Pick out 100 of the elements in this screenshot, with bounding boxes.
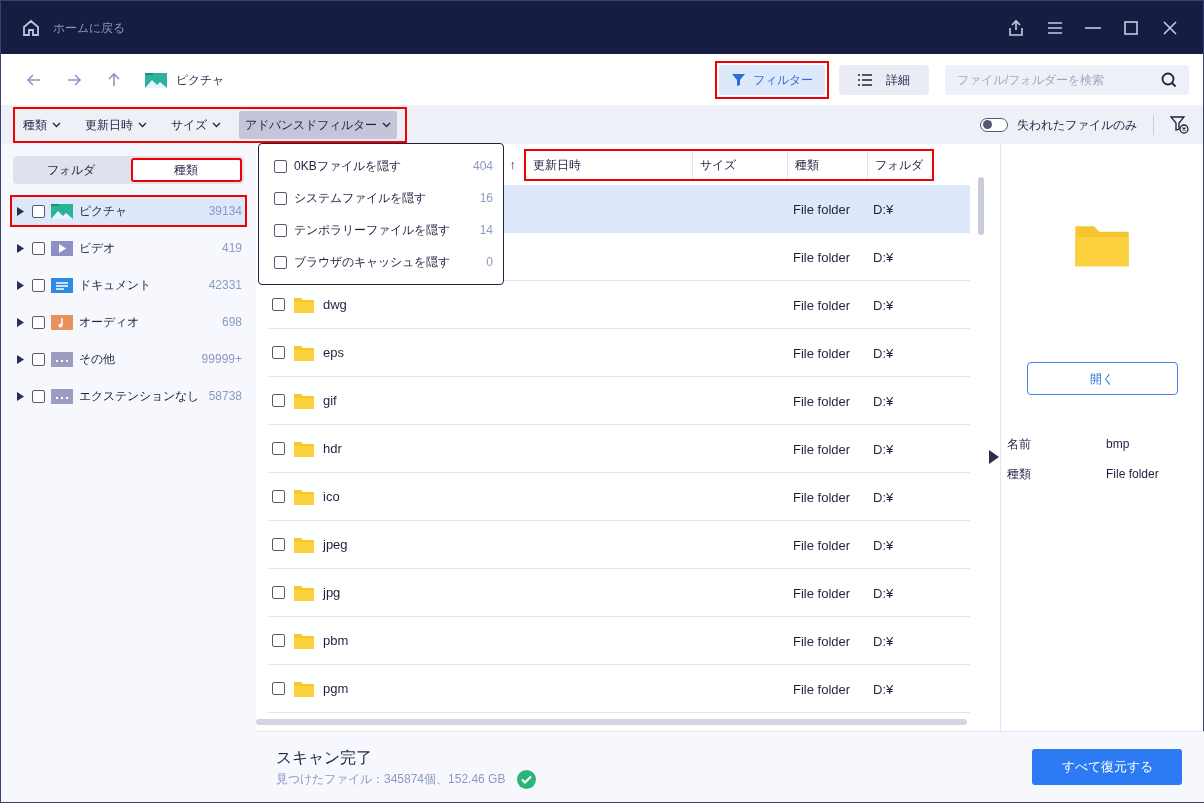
table-row[interactable]: pbm File folder D:¥ [268,617,970,665]
column-header[interactable]: サイズ [693,150,788,179]
close-icon [1161,18,1179,37]
category-item[interactable]: ピクチャ 39134 [11,196,246,226]
checkbox[interactable] [272,346,285,359]
vertical-scrollbar[interactable] [978,177,984,235]
category-item[interactable]: ビデオ 419 [11,233,246,263]
file-type: File folder [793,585,851,601]
checkbox[interactable] [32,389,45,403]
checkbox[interactable] [32,278,45,292]
file-type: File folder [793,393,851,409]
checkbox[interactable] [272,442,285,455]
table-row[interactable]: jpeg File folder D:¥ [268,521,970,569]
horizontal-scrollbar[interactable] [256,719,967,725]
checkbox[interactable] [274,223,287,237]
maximize-button[interactable] [1122,18,1140,37]
checkbox[interactable] [32,315,45,329]
table-row[interactable]: hdr File folder D:¥ [268,425,970,473]
sidebar-tab[interactable]: 種類 [130,158,242,182]
checkbox[interactable] [274,159,287,173]
folder-icon [293,391,315,410]
checkbox[interactable] [274,191,287,205]
checkbox[interactable] [272,538,285,551]
open-button[interactable]: 開く [1026,362,1178,395]
file-name: dwg [323,295,347,314]
filter-button[interactable]: フィルター [719,64,825,95]
share-button[interactable] [1007,18,1025,37]
menu-item[interactable]: 0KBファイルを隠す 404 [259,150,503,182]
file-name: jpg [323,583,341,602]
category-item[interactable]: エクステンションなし 58738 [11,381,246,411]
funnel-icon [731,73,745,86]
property-value: File folder [1106,466,1159,483]
folder-icon [293,631,315,650]
filter-dropdown[interactable]: 種類 [17,110,67,139]
table-row[interactable]: eps File folder D:¥ [268,329,970,377]
category-item[interactable]: その他 99999+ [11,344,246,374]
table-row[interactable]: gif File folder D:¥ [268,377,970,425]
file-name: pbm [323,631,349,650]
property-value: bmp [1106,436,1130,453]
checkbox[interactable] [32,352,45,366]
column-header[interactable]: フォルダ [868,150,932,179]
expand-arrow-icon [17,317,24,327]
sidebar-tab[interactable]: フォルダ [15,158,127,182]
check-circle-icon [517,769,537,789]
other-category-icon [51,388,73,404]
property-label: 名前 [1007,436,1032,453]
expand-arrow-icon [17,354,24,364]
file-name: pgm [323,679,349,698]
file-name: eps [323,343,344,362]
folder-icon [293,439,315,458]
audio-category-icon [51,314,73,330]
sort-arrow[interactable]: ↑ [509,154,516,175]
checkbox[interactable] [272,490,285,503]
file-name: gif [323,391,337,410]
folder-icon [293,487,315,506]
folder-path: D:¥ [873,681,894,697]
search-field[interactable]: ファイル/フォルダーを検索 [945,64,1189,95]
minimize-button[interactable] [1085,26,1101,29]
toggle-switch[interactable] [980,117,1008,132]
toggle-label: 失われたファイルのみ [1017,116,1137,134]
filter-dropdown[interactable]: 更新日時 [79,110,153,139]
column-header[interactable]: 種類 [788,150,868,179]
close-button[interactable] [1161,18,1179,37]
checkbox[interactable] [272,298,285,311]
file-type: File folder [793,537,851,553]
folder-icon [293,535,315,554]
folder-path: D:¥ [873,489,894,505]
filter-dropdown[interactable]: アドバンスドフィルター [239,110,397,139]
file-type: File folder [793,681,851,697]
filter-dropdown[interactable]: サイズ [165,110,227,139]
table-row[interactable]: jpg File folder D:¥ [268,569,970,617]
folder-icon [293,295,315,314]
folder-icon [293,583,315,602]
picture-category-icon [51,203,73,219]
filter-clear-icon [1170,115,1189,134]
checkbox[interactable] [272,586,285,599]
details-button[interactable]: 詳細 [839,64,929,95]
file-type: File folder [793,489,851,505]
table-row[interactable]: ico File folder D:¥ [268,473,970,521]
checkbox[interactable] [274,255,287,269]
checkbox[interactable] [32,204,45,218]
column-header[interactable]: 更新日時 [526,150,693,179]
table-row[interactable]: pgm File folder D:¥ [268,665,970,713]
checkbox[interactable] [272,682,285,695]
checkbox[interactable] [272,634,285,647]
expand-arrow-icon [17,391,24,401]
expand-arrow-icon [17,206,24,216]
clear-filter-button[interactable] [1170,115,1189,134]
picture-category-icon [145,71,167,88]
home-icon [21,17,41,38]
checkbox[interactable] [32,241,45,255]
checkbox[interactable] [272,394,285,407]
document-category-icon [51,277,73,293]
folder-icon [293,343,315,362]
home-button[interactable]: ホームに戻る [21,17,125,38]
folder-path: D:¥ [873,297,894,313]
recover-all-button[interactable]: すべて復元する [1032,749,1182,785]
category-item[interactable]: オーディオ 698 [11,307,246,337]
search-icon [1161,71,1177,88]
category-item[interactable]: ドキュメント 42331 [11,270,246,300]
